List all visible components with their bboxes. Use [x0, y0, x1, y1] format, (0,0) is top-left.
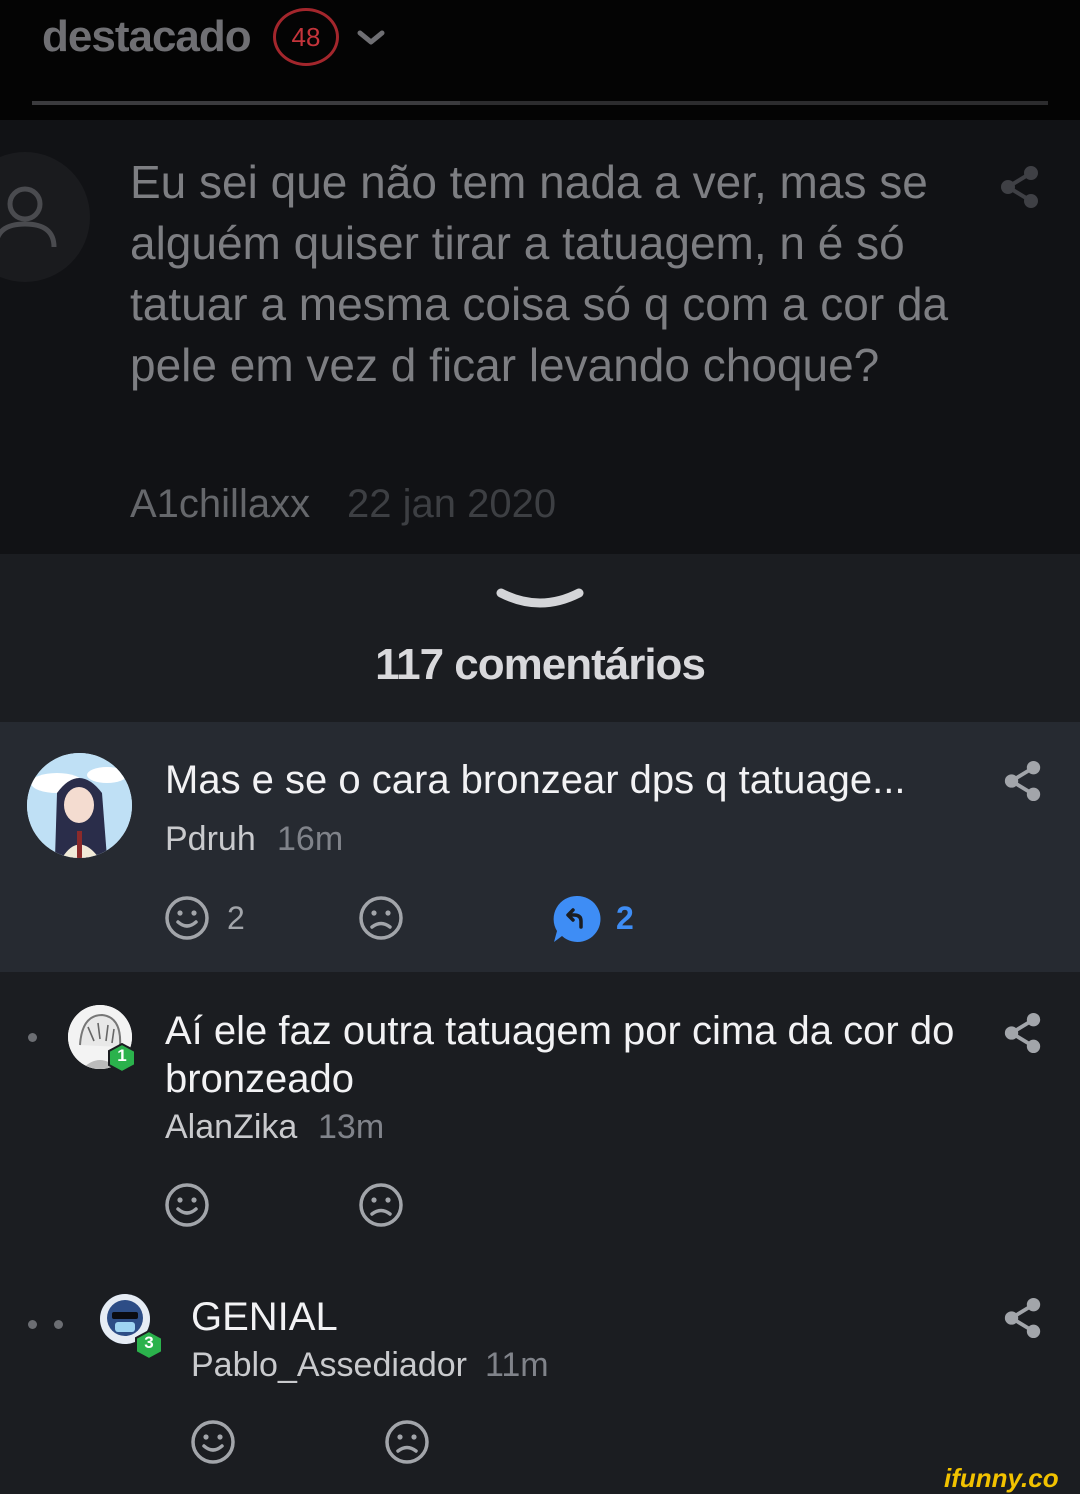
comment-time: 11m — [485, 1346, 549, 1384]
comment-avatar[interactable] — [27, 753, 132, 858]
comment-time: 16m — [277, 820, 344, 858]
smile-icon[interactable] — [163, 894, 211, 942]
expand-chevron-icon[interactable] — [495, 585, 585, 615]
frown-icon[interactable] — [357, 894, 405, 942]
frown-icon[interactable] — [383, 1418, 431, 1466]
post-author-name[interactable]: A1chillaxx — [130, 482, 310, 527]
comment-text: GENIAL — [191, 1295, 338, 1339]
frown-icon[interactable] — [357, 1181, 405, 1229]
share-icon[interactable] — [998, 165, 1042, 209]
comment-author[interactable]: Pdruh — [165, 820, 256, 859]
level-badge-number: 1 — [117, 1046, 127, 1065]
feed-title[interactable]: destacado — [42, 12, 252, 62]
comment-author[interactable]: Pablo_Assediador — [191, 1346, 467, 1385]
thread-indent-dot — [28, 1033, 37, 1042]
reply-count[interactable]: 2 — [616, 900, 634, 937]
reply-bubble-icon[interactable] — [552, 894, 602, 944]
level-badge-number: 3 — [144, 1333, 154, 1352]
comment-text: Aí ele faz outra tatuagem por cima da co… — [165, 1009, 955, 1101]
share-icon[interactable] — [1002, 1012, 1044, 1054]
comment-time: 13m — [318, 1108, 385, 1146]
smile-icon[interactable] — [189, 1418, 237, 1466]
share-icon[interactable] — [1002, 1297, 1044, 1339]
comment-text: Mas e se o cara bronzear dps q tatuage..… — [165, 758, 906, 802]
thread-indent-dot — [28, 1320, 37, 1329]
share-icon[interactable] — [1002, 760, 1044, 802]
post-text: Eu sei que não tem nada a ver, mas se al… — [130, 156, 949, 391]
anime-avatar-image — [27, 753, 132, 858]
thread-indent-dot — [54, 1320, 63, 1329]
smile-icon[interactable] — [163, 1181, 211, 1229]
chevron-down-icon[interactable] — [356, 28, 386, 48]
post-date: 22 jan 2020 — [347, 482, 557, 526]
like-count: 2 — [227, 900, 245, 936]
ifunny-watermark: ifunny.co — [944, 1463, 1059, 1493]
notification-badge[interactable]: 48 — [273, 8, 339, 66]
tab-underline-active — [32, 101, 460, 105]
comments-count: 117 comentários — [375, 640, 706, 689]
comment-author[interactable]: AlanZika — [165, 1108, 297, 1147]
